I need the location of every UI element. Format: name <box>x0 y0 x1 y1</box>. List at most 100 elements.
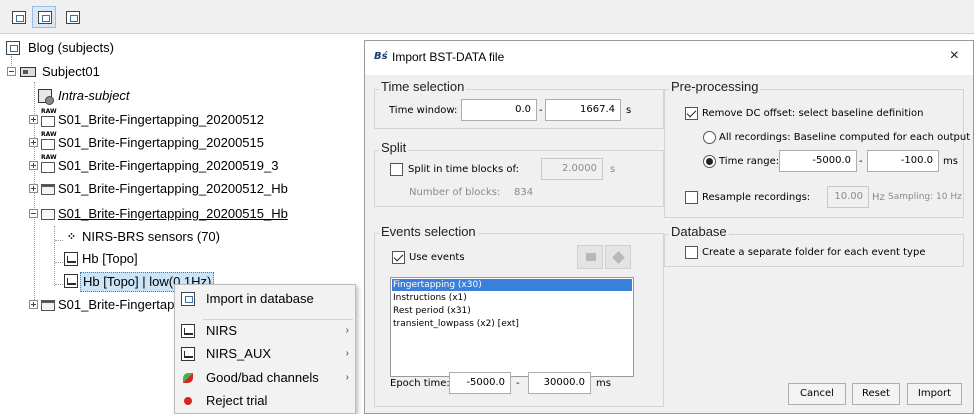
tree-folder[interactable]: S01_Brite-Fingertapp <box>0 295 180 315</box>
folder-icon <box>41 184 55 195</box>
import-button[interactable]: Import <box>907 383 962 405</box>
dash-label: - <box>859 156 863 167</box>
menu-item-label: Import in database <box>206 291 314 306</box>
tree-sensors-label: NIRS-BRS sensors (70) <box>82 229 220 244</box>
time-window-end-field[interactable]: 1667.4 <box>545 99 621 121</box>
separate-folder-checkbox[interactable] <box>685 246 698 259</box>
tree-raw-folder[interactable]: RAW S01_Brite-Fingertapping_20200519_3 <box>0 154 300 176</box>
time-range-end-field[interactable]: -100.0 <box>867 150 939 172</box>
tree-folder-label: S01_Brite-Fingertapping_20200519_3 <box>58 158 279 173</box>
nirs-data-icon <box>181 324 195 338</box>
time-range-start-field[interactable]: -5000.0 <box>779 150 857 172</box>
resample-label: Resample recordings: <box>702 192 811 203</box>
cancel-button[interactable]: Cancel <box>788 383 846 405</box>
split-checkbox[interactable] <box>390 163 403 176</box>
time-range-radio[interactable] <box>703 155 716 168</box>
events-options-button[interactable] <box>605 245 631 269</box>
events-selection-title: Events selection <box>379 224 478 239</box>
expand-icon[interactable] <box>29 138 38 147</box>
expand-icon[interactable] <box>29 300 38 309</box>
list-item[interactable]: Fingertapping (x30) <box>392 279 632 291</box>
epoch-end-field[interactable]: 30000.0 <box>528 372 591 394</box>
menu-item-label: NIRS <box>206 323 238 338</box>
tree-sensors[interactable]: ⁘ NIRS-BRS sensors (70) <box>0 227 300 247</box>
functional-view-button[interactable] <box>6 6 30 28</box>
tree-folder-label: S01_Brite-Fingertapping_20200515 <box>58 135 264 150</box>
tree-folder-label: S01_Brite-Fingertapping_20200512 <box>58 112 264 127</box>
split-group <box>374 150 664 207</box>
data-file-icon <box>64 274 78 288</box>
remove-dc-checkbox[interactable] <box>685 107 698 120</box>
epoch-start-field[interactable]: -5000.0 <box>449 372 511 394</box>
resample-rate-field[interactable]: 10.00 <box>827 186 869 208</box>
menu-item-nirs-aux[interactable]: NIRS_AUX › <box>175 343 355 365</box>
expand-icon[interactable] <box>29 115 38 124</box>
use-events-label: Use events <box>409 252 465 263</box>
open-folder-icon <box>41 209 55 220</box>
resample-checkbox[interactable] <box>685 191 698 204</box>
split-duration-field[interactable]: 2.0000 <box>541 158 603 180</box>
all-recordings-radio[interactable] <box>703 131 716 144</box>
epoch-time-label: Epoch time: <box>390 378 450 389</box>
anatomy-view-icon <box>38 11 52 24</box>
expand-icon[interactable] <box>29 184 38 193</box>
expand-icon[interactable] <box>29 161 38 170</box>
tree-intra-subject[interactable]: Intra-subject <box>0 86 300 106</box>
split-checkbox-label: Split in time blocks of: <box>408 164 519 175</box>
tree-subject-label: Subject01 <box>42 64 100 79</box>
tree-folder[interactable]: S01_Brite-Fingertapping_20200512_Hb <box>0 179 300 199</box>
list-item[interactable]: Instructions (x1) <box>392 292 632 304</box>
menu-item-nirs[interactable]: NIRS › <box>175 320 355 342</box>
tree-raw-folder[interactable]: RAW S01_Brite-Fingertapping_20200512 <box>0 108 300 130</box>
tree-root[interactable]: Blog (subjects) <box>0 38 300 58</box>
context-menu: Import in database NIRS › NIRS_AUX › Goo… <box>174 284 356 414</box>
list-item[interactable]: transient_lowpass (x2) [ext] <box>392 318 632 330</box>
database-title: Database <box>669 224 729 239</box>
dash-label: - <box>539 105 543 116</box>
intra-subject-icon <box>38 89 54 105</box>
events-list[interactable]: Fingertapping (x30) Instructions (x1) Re… <box>390 277 634 377</box>
unit-label: ms <box>596 378 611 389</box>
remove-dc-label: Remove DC offset: select baseline defini… <box>702 108 924 119</box>
split-title: Split <box>379 140 409 155</box>
collapse-icon[interactable] <box>29 209 38 218</box>
files-view-button[interactable] <box>60 6 84 28</box>
tree-subject[interactable]: Subject01 <box>0 62 300 82</box>
tree-data-hb[interactable]: Hb [Topo] <box>0 249 300 269</box>
menu-item-good-bad-channels[interactable]: Good/bad channels › <box>175 367 355 389</box>
menu-item-label: Reject trial <box>206 393 268 408</box>
tree-data-label: Hb [Topo] <box>82 251 138 266</box>
anatomy-view-button[interactable] <box>32 6 56 28</box>
unit-label: s <box>610 164 616 175</box>
time-window-label: Time window: <box>389 105 458 116</box>
tree-raw-folder[interactable]: RAW S01_Brite-Fingertapping_20200515 <box>0 131 300 153</box>
database-icon <box>6 41 20 55</box>
folder-icon <box>586 253 596 261</box>
folder-icon <box>41 300 55 311</box>
use-events-checkbox[interactable] <box>392 251 405 264</box>
reset-button[interactable]: Reset <box>852 383 900 405</box>
brainstorm-logo-icon: Bś <box>374 51 388 62</box>
raw-file-icon: RAW <box>41 108 57 127</box>
tree-folder-open[interactable]: S01_Brite-Fingertapping_20200515_Hb <box>0 204 300 224</box>
blocks-label: Number of blocks: <box>409 187 501 198</box>
menu-item-import-database[interactable]: Import in database <box>175 288 355 310</box>
time-window-start-field[interactable]: 0.0 <box>461 99 537 121</box>
reject-trial-icon <box>184 397 192 405</box>
dash-label: - <box>516 378 520 389</box>
import-dialog: Bś Import BST-DATA file × Time selection… <box>364 40 974 414</box>
dialog-titlebar: Bś Import BST-DATA file × <box>365 41 973 75</box>
tree-root-label: Blog (subjects) <box>28 40 114 55</box>
nirs-aux-icon <box>181 347 195 361</box>
import-database-icon <box>181 292 195 306</box>
tree-intra-label: Intra-subject <box>58 88 130 103</box>
list-item[interactable]: Rest period (x31) <box>392 305 632 317</box>
subject-icon <box>20 67 36 77</box>
blocks-value: 834 <box>514 187 534 198</box>
menu-item-reject-trial[interactable]: Reject trial <box>175 390 355 412</box>
load-events-button[interactable] <box>577 245 603 269</box>
close-icon[interactable]: × <box>950 47 959 65</box>
collapse-icon[interactable] <box>7 67 16 76</box>
toolbar <box>0 0 974 34</box>
time-selection-title: Time selection <box>379 79 467 94</box>
